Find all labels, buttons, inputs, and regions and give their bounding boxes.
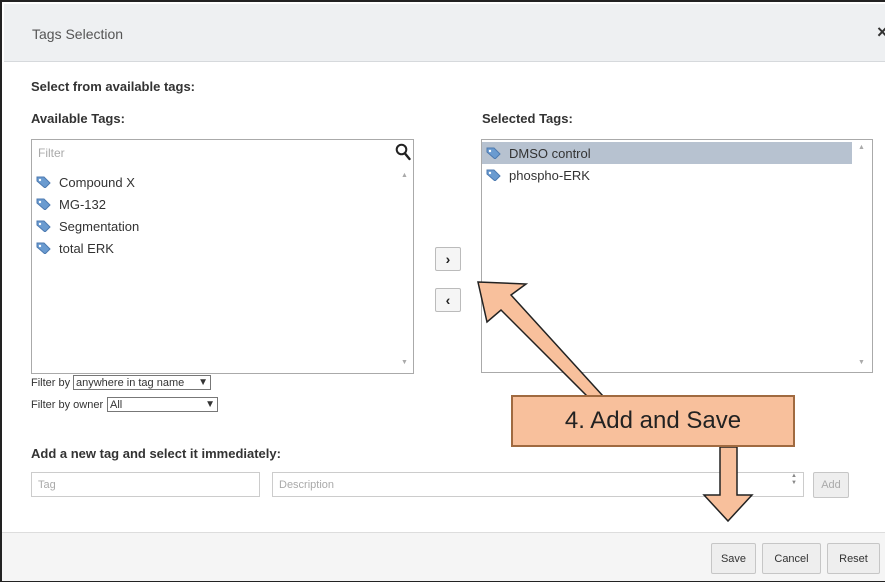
arrow-icon [477, 281, 605, 397]
arrow-icon [702, 446, 754, 523]
annotation-callout: 4. Add and Save [511, 395, 795, 447]
annotation-arrows [477, 281, 754, 523]
